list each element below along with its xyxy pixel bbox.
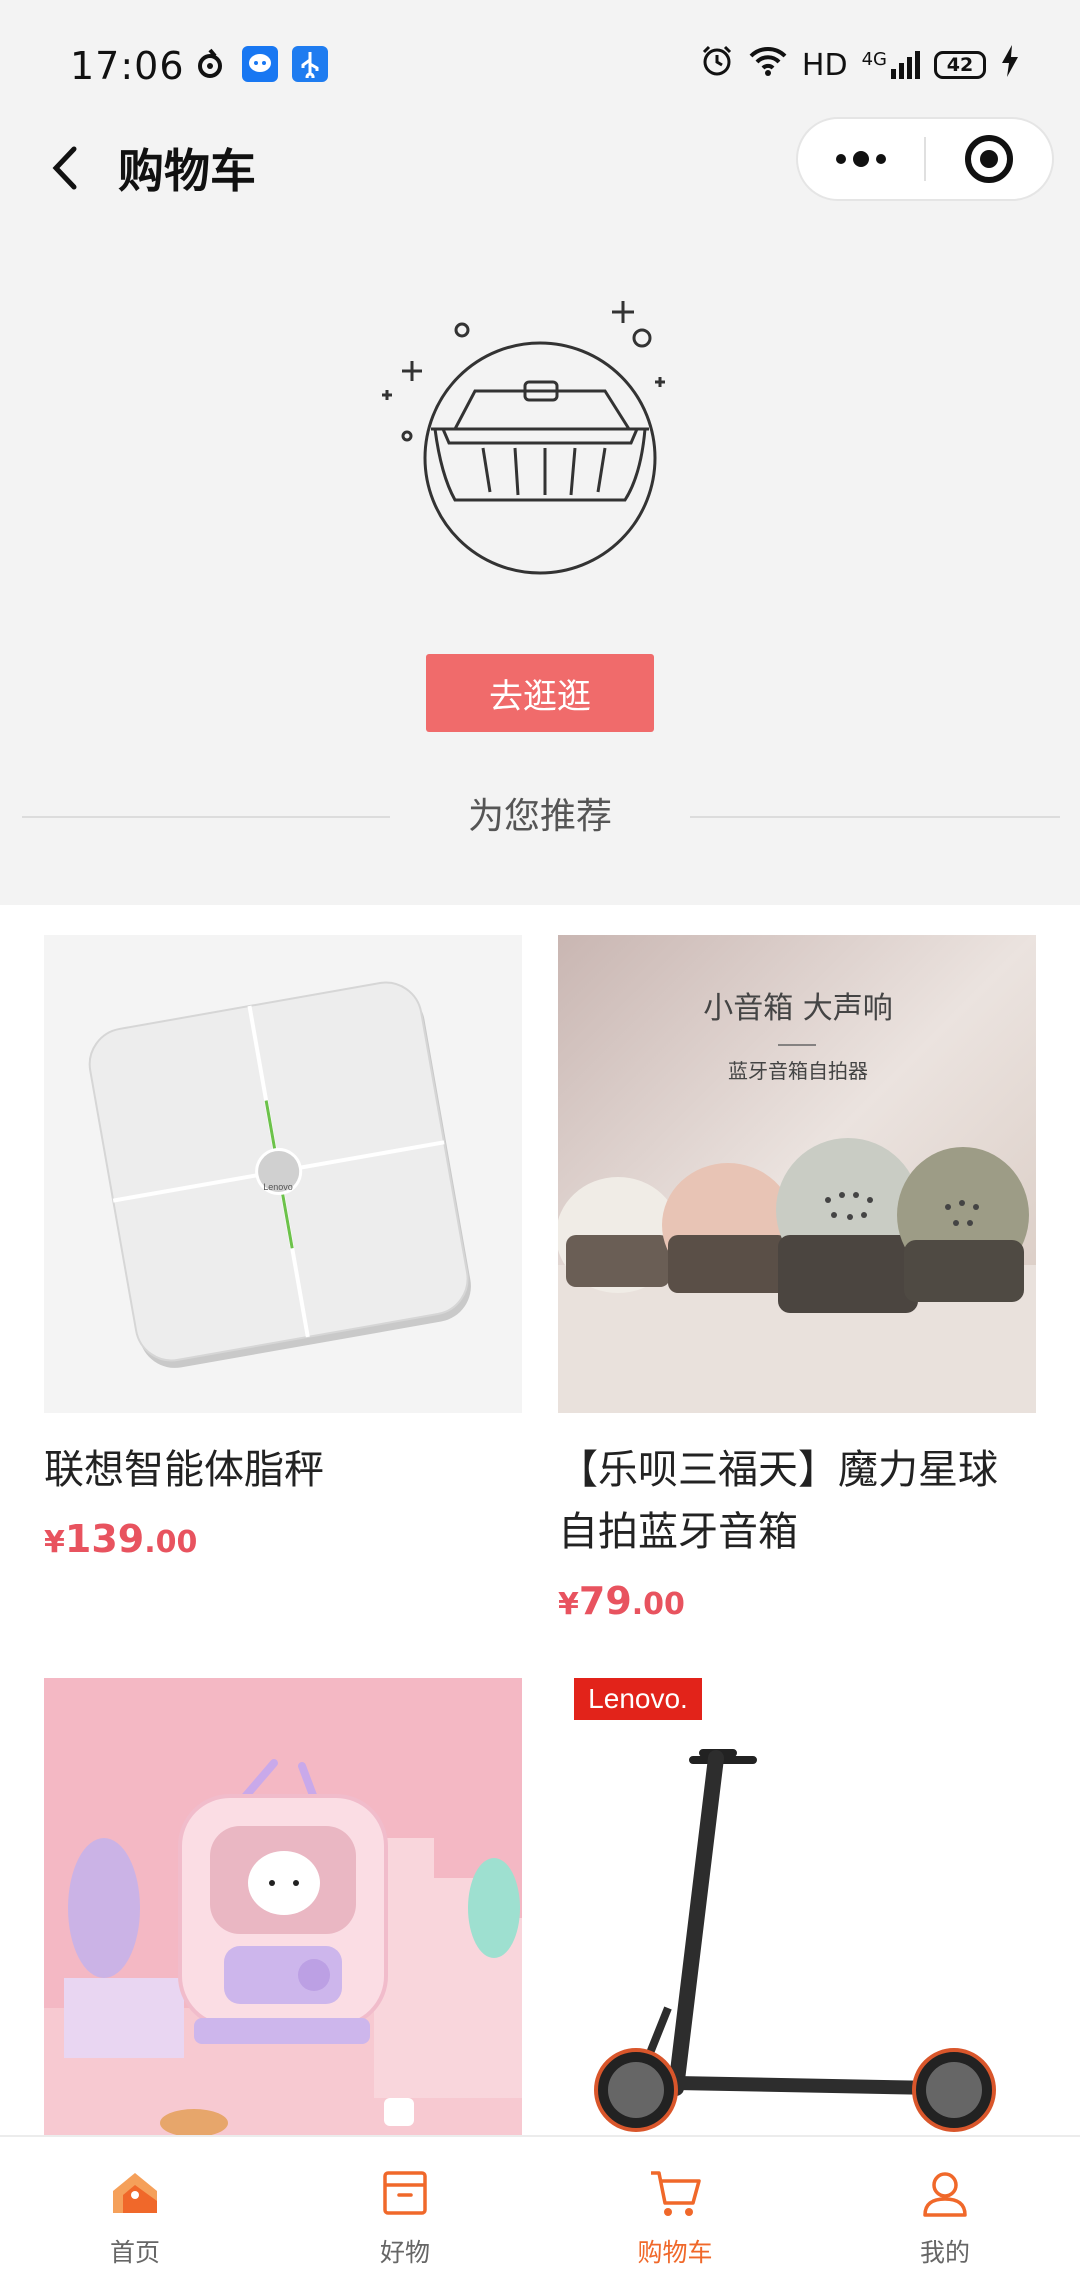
svg-text:小音箱 大声响: 小音箱 大声响 <box>703 991 893 1026</box>
go-shopping-button[interactable]: 去逛逛 <box>426 654 654 732</box>
product-image[interactable]: Lenovo. <box>558 1678 1036 2135</box>
hello-kitty-tv-image <box>44 1678 522 2135</box>
electric-scooter-image: Lenovo. <box>558 1678 1036 2135</box>
page-title: 购物车 <box>118 144 256 198</box>
status-bar: 17:06 HD 4G 42 <box>0 0 1080 130</box>
box-icon <box>383 2171 427 2215</box>
tab-mine[interactable]: 我的 <box>810 2137 1080 2280</box>
product-image[interactable]: 小音箱 大声响 蓝牙音箱自拍器 <box>558 935 1036 1413</box>
alarm-icon <box>700 44 734 86</box>
bottom-tab-bar: 首页 好物 购物车 我的 <box>0 2135 1080 2280</box>
empty-basket-icon <box>382 301 665 575</box>
network-type: HD <box>801 47 848 83</box>
cart-icon <box>651 2171 701 2216</box>
product-card[interactable] <box>44 1678 522 2135</box>
bluetooth-speaker-image: 小音箱 大声响 蓝牙音箱自拍器 <box>558 935 1036 1413</box>
tab-label: 首页 <box>109 2238 160 2267</box>
chevron-left-icon <box>52 146 77 190</box>
product-price: ¥79.00 <box>558 1579 685 1623</box>
product-image[interactable] <box>44 1678 522 2135</box>
tab-label: 购物车 <box>637 2238 713 2267</box>
signal-icon: 4G <box>862 49 920 81</box>
product-card[interactable]: Lenovo 联想智能体脂秤 ¥139.00 <box>44 935 522 1561</box>
divider-left <box>22 816 390 818</box>
more-button[interactable] <box>798 119 924 199</box>
product-image[interactable]: Lenovo <box>44 935 522 1413</box>
product-price: ¥139.00 <box>44 1517 198 1561</box>
status-time: 17:06 <box>70 44 185 88</box>
close-miniprogram-button[interactable] <box>926 119 1052 199</box>
empty-cart: 去逛逛 为您推荐 <box>0 225 1080 905</box>
tab-label: 好物 <box>379 2238 430 2267</box>
user-icon <box>923 2172 967 2217</box>
chat-bubble-icon <box>242 46 278 82</box>
divider-right <box>690 816 1060 818</box>
product-grid: Lenovo 联想智能体脂秤 ¥139.00 小音箱 大声响 蓝牙音箱自拍器 【… <box>0 905 1080 2135</box>
tab-goods[interactable]: 好物 <box>270 2137 540 2280</box>
back-button[interactable] <box>40 133 90 203</box>
product-card[interactable]: 小音箱 大声响 蓝牙音箱自拍器 【乐呗三福天】魔力星球自拍蓝牙音箱 ¥79.00 <box>558 935 1036 1623</box>
battery-indicator: 42 <box>934 51 986 79</box>
home-icon <box>113 2173 157 2213</box>
nav-bar: 购物车 <box>0 115 1080 225</box>
product-card[interactable]: Lenovo. <box>558 1678 1036 2135</box>
swirl-icon <box>192 46 228 82</box>
svg-text:Lenovo.: Lenovo. <box>588 1683 688 1714</box>
svg-text:Lenovo: Lenovo <box>263 1182 293 1192</box>
tab-cart[interactable]: 购物车 <box>540 2137 810 2280</box>
miniprogram-capsule <box>796 117 1054 201</box>
product-name: 联想智能体脂秤 <box>44 1447 324 1493</box>
svg-text:蓝牙音箱自拍器: 蓝牙音箱自拍器 <box>728 1059 868 1083</box>
charging-icon <box>1000 44 1020 86</box>
more-dots-icon <box>836 151 886 167</box>
target-circle-icon <box>964 135 1013 183</box>
usb-icon <box>292 46 328 82</box>
body-fat-scale-image: Lenovo <box>44 935 522 1413</box>
tab-label: 我的 <box>919 2238 970 2267</box>
tab-home[interactable]: 首页 <box>0 2137 270 2280</box>
product-name: 【乐呗三福天】魔力星球自拍蓝牙音箱 <box>558 1447 998 1555</box>
wifi-icon <box>748 45 788 85</box>
recommend-title: 为您推荐 <box>467 796 612 837</box>
